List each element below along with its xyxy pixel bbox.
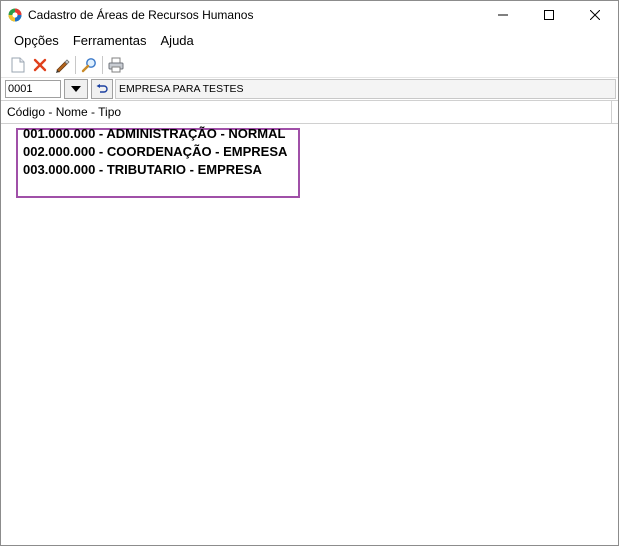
search-icon — [81, 58, 96, 73]
list-item[interactable]: 001.000.000 - ADMINISTRAÇÃO - NORMAL — [23, 126, 285, 141]
menu-ferramentas[interactable]: Ferramentas — [66, 29, 154, 53]
title-bar: Cadastro de Áreas de Recursos Humanos — [1, 1, 618, 29]
app-window: Cadastro de Áreas de Recursos Humanos Op… — [0, 0, 619, 546]
menu-opcoes[interactable]: Opções — [7, 29, 66, 53]
refresh-button[interactable] — [91, 79, 113, 99]
list-item[interactable]: 002.000.000 - COORDENAÇÃO - EMPRESA — [23, 144, 287, 159]
new-button[interactable] — [7, 54, 29, 76]
menu-ajuda[interactable]: Ajuda — [154, 29, 201, 53]
toolbar-separator — [75, 56, 76, 74]
minimize-button[interactable] — [480, 1, 526, 29]
print-button[interactable] — [105, 54, 127, 76]
app-logo-icon — [8, 8, 22, 22]
search-button[interactable] — [78, 54, 100, 76]
new-document-icon — [11, 57, 25, 73]
list-column-header: Código - Nome - Tipo — [1, 101, 618, 124]
edit-button[interactable] — [51, 54, 73, 76]
list-item[interactable]: 003.000.000 - TRIBUTARIO - EMPRESA — [23, 162, 262, 177]
edit-icon — [56, 59, 70, 73]
print-icon — [108, 57, 124, 73]
close-icon — [590, 10, 600, 20]
column-header-end — [611, 101, 618, 123]
window-title: Cadastro de Áreas de Recursos Humanos — [28, 8, 254, 22]
maximize-icon — [544, 10, 554, 20]
areas-list: 001.000.000 - ADMINISTRAÇÃO - NORMAL 002… — [1, 124, 618, 534]
window-controls — [480, 1, 618, 29]
filter-bar: EMPRESA PARA TESTES — [1, 78, 618, 101]
company-code-input[interactable] — [5, 80, 61, 98]
close-button[interactable] — [572, 1, 618, 29]
minimize-icon — [498, 14, 508, 16]
company-dropdown-button[interactable] — [64, 79, 88, 99]
delete-button[interactable] — [29, 54, 51, 76]
column-header-label: Código - Nome - Tipo — [7, 105, 122, 119]
menu-bar: Opções Ferramentas Ajuda — [1, 29, 618, 53]
toolbar — [1, 53, 618, 78]
undo-arrow-icon — [96, 84, 108, 93]
company-name-field: EMPRESA PARA TESTES — [115, 79, 616, 99]
toolbar-separator — [102, 56, 103, 74]
maximize-button[interactable] — [526, 1, 572, 29]
chevron-down-icon — [71, 86, 81, 92]
delete-icon — [33, 58, 47, 72]
